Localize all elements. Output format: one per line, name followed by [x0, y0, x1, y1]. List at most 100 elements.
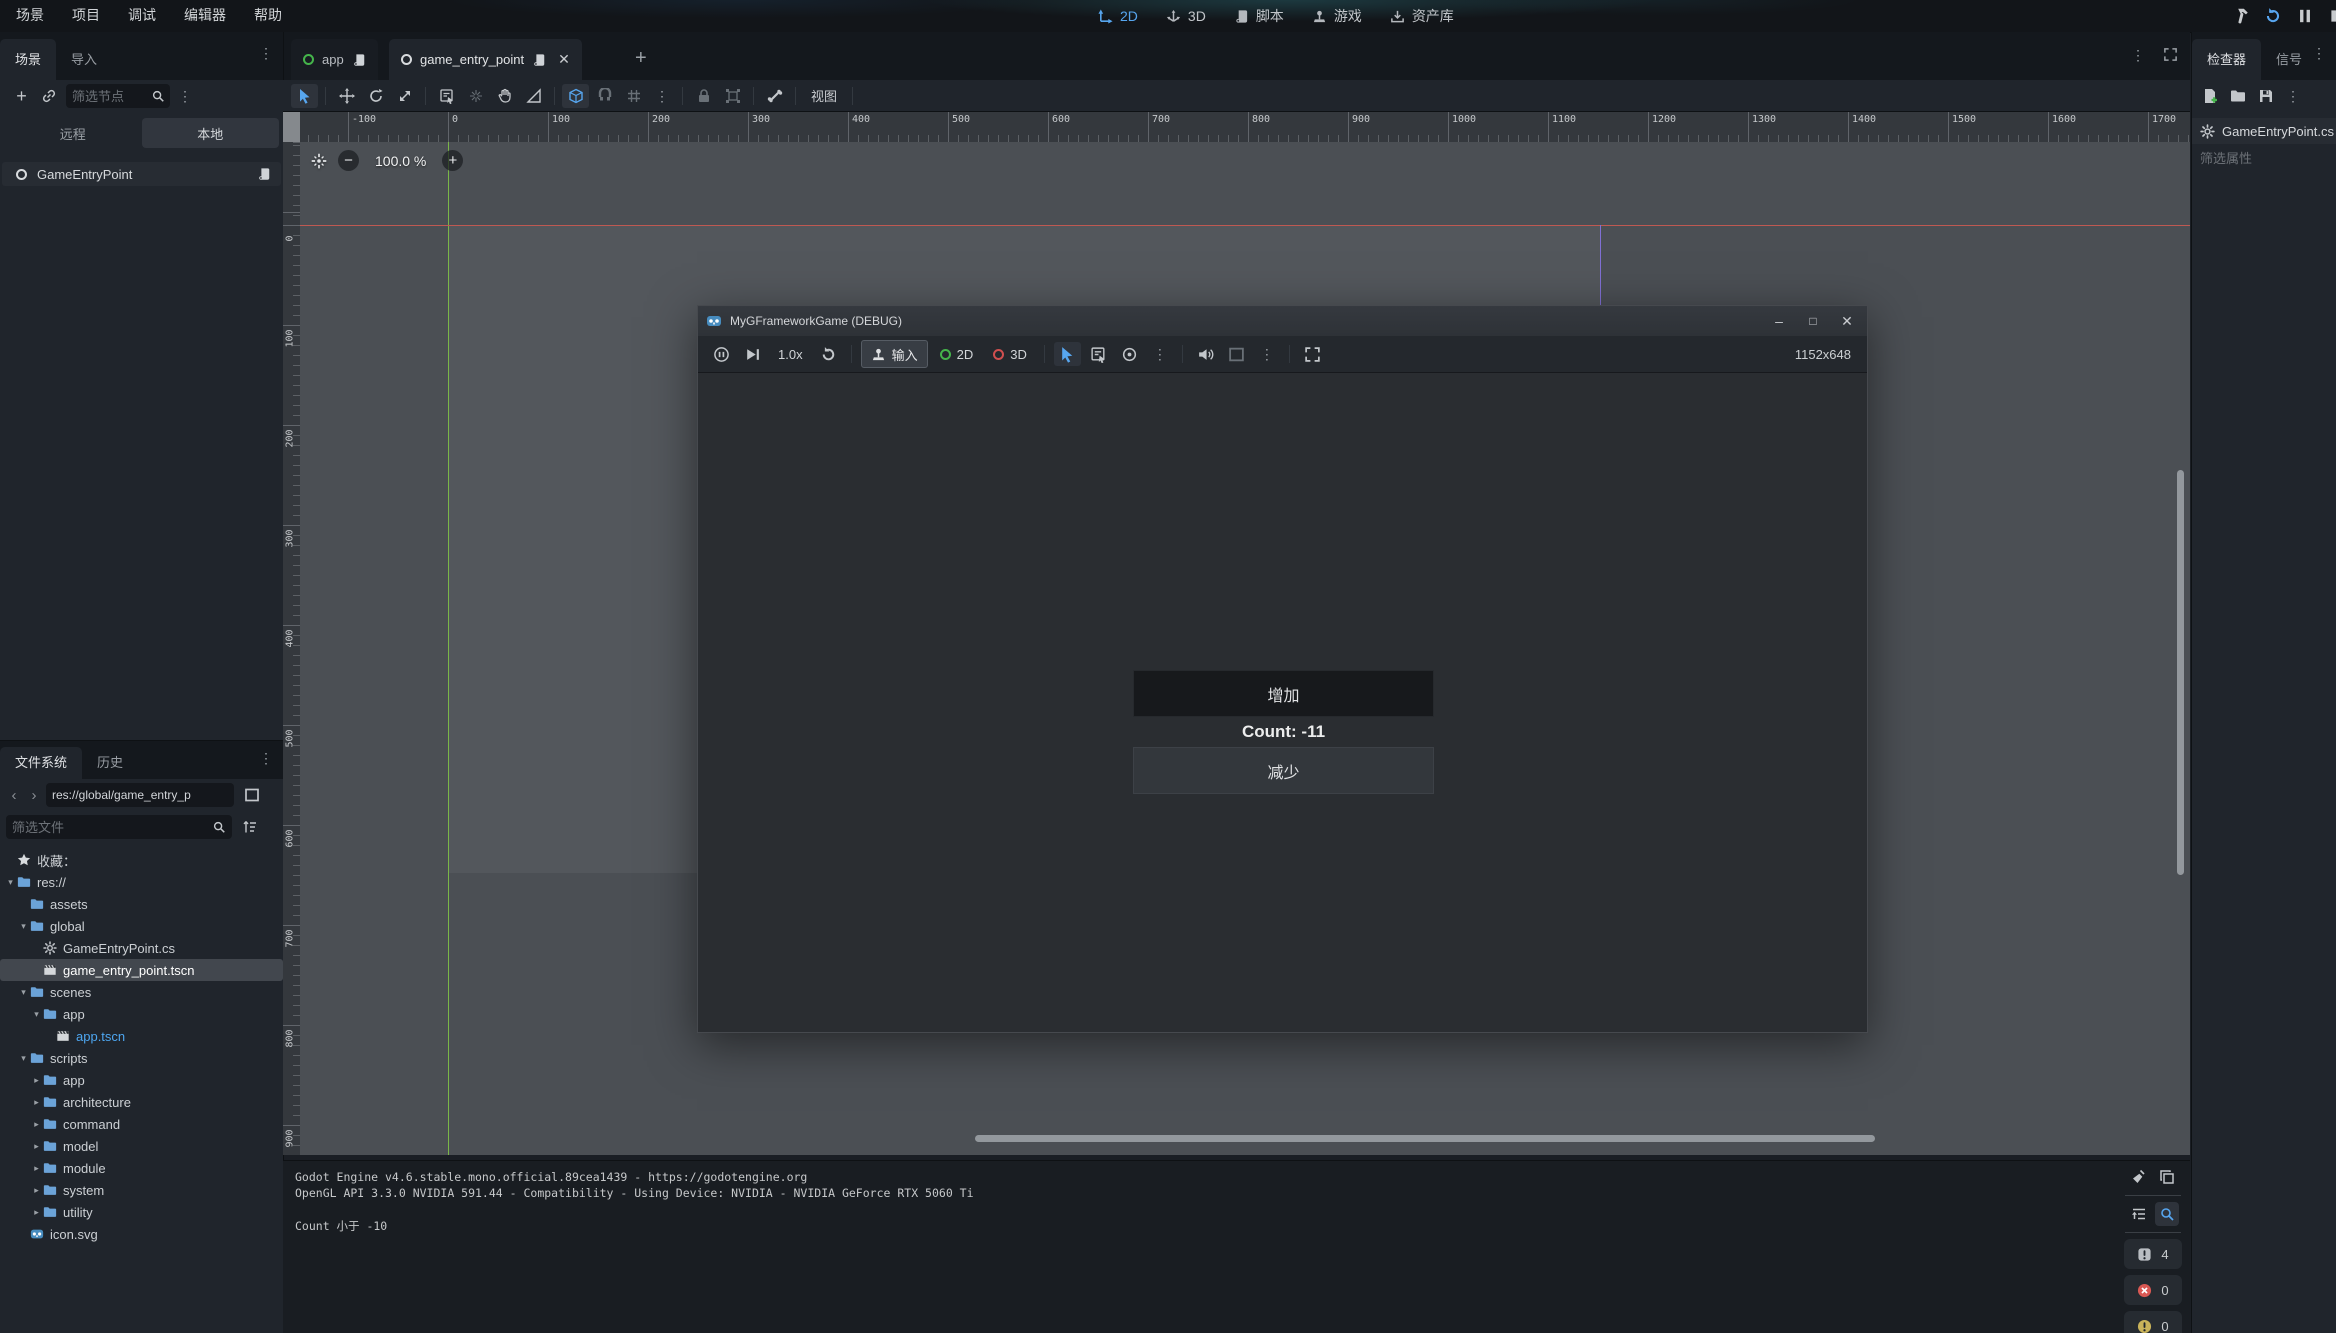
filter-properties-input[interactable]: [2192, 151, 2336, 166]
current-path-field[interactable]: [46, 783, 234, 807]
select-node-tool-button[interactable]: [1054, 342, 1081, 366]
file-row[interactable]: ▸ command: [0, 1113, 283, 1135]
menu-item[interactable]: 场景: [2, 0, 58, 32]
view-menu-button[interactable]: 视图: [803, 86, 845, 105]
workspace-tab[interactable]: 3D: [1166, 8, 1206, 24]
menu-item[interactable]: 帮助: [240, 0, 296, 32]
dock-menu-icon[interactable]: ⋮: [2312, 46, 2326, 60]
horizontal-scrollbar[interactable]: [975, 1135, 1875, 1142]
file-row[interactable]: ▾ scenes: [0, 981, 283, 1003]
ruler-tool-button[interactable]: [520, 84, 547, 108]
center-view-icon[interactable]: [310, 152, 328, 170]
file-row[interactable]: ▾ scripts: [0, 1047, 283, 1069]
filter-files-input[interactable]: [6, 820, 212, 835]
file-row[interactable]: GameEntryPoint.cs: [0, 937, 283, 959]
remote-button[interactable]: 远程: [4, 118, 142, 148]
script-icon[interactable]: [532, 53, 546, 67]
scene-tree-menu-icon[interactable]: ⋮: [178, 89, 192, 103]
select-tool-button[interactable]: [291, 84, 318, 108]
expand-chevron[interactable]: ▸: [30, 1075, 43, 1086]
split-dock-icon[interactable]: [244, 787, 260, 803]
file-row[interactable]: ▸ app: [0, 1069, 283, 1091]
expand-chevron[interactable]: ▸: [30, 1141, 43, 1152]
file-row[interactable]: ▸ model: [0, 1135, 283, 1157]
filter-nodes-field[interactable]: [66, 84, 170, 108]
dock-tab[interactable]: 导入: [56, 39, 112, 80]
lock-node-button[interactable]: [690, 84, 717, 108]
add-node-button[interactable]: +: [8, 84, 35, 108]
zoom-in-button[interactable]: +: [442, 150, 463, 171]
zoom-level[interactable]: 100.0 %: [375, 153, 426, 169]
resource-menu-icon[interactable]: ⋮: [2286, 89, 2300, 103]
skeleton-options-button[interactable]: [761, 84, 788, 108]
expand-chevron[interactable]: ▸: [30, 1185, 43, 1196]
local-button[interactable]: 本地: [142, 118, 280, 148]
file-row[interactable]: ▸ module: [0, 1157, 283, 1179]
expand-chevron[interactable]: ▸: [30, 1097, 43, 1108]
file-row[interactable]: ▸ architecture: [0, 1091, 283, 1113]
game-window-titlebar[interactable]: MyGFrameworkGame (DEBUG) – □ ✕: [698, 306, 1867, 336]
expand-canvas-icon[interactable]: [2163, 47, 2178, 62]
history-back-icon[interactable]: ‹: [4, 787, 24, 804]
reload-scene-button[interactable]: [2264, 7, 2284, 25]
workspace-tab[interactable]: 资产库: [1390, 6, 1454, 26]
fullscreen-button[interactable]: [1299, 342, 1326, 366]
group-node-button[interactable]: [719, 84, 746, 108]
input-mode-button[interactable]: 输入: [861, 340, 928, 368]
expand-chevron[interactable]: ▸: [30, 1207, 43, 1218]
dock-tab[interactable]: 文件系统: [0, 747, 82, 779]
list-select-button[interactable]: [433, 84, 460, 108]
file-row[interactable]: ▸ utility: [0, 1201, 283, 1223]
menu-item[interactable]: 项目: [58, 0, 114, 32]
scene-tab-app[interactable]: app: [291, 39, 378, 80]
game-viewport[interactable]: 增加 Count: -11 减少: [698, 373, 1867, 1032]
game-debug-window[interactable]: MyGFrameworkGame (DEBUG) – □ ✕ 1.0x 输入 2…: [697, 305, 1868, 1033]
file-row[interactable]: ▾ app: [0, 1003, 283, 1025]
warnings-filter-badge[interactable]: 0: [2124, 1311, 2182, 1333]
pan-tool-button[interactable]: [491, 84, 518, 108]
tab-list-menu-icon[interactable]: ⋮: [2131, 48, 2145, 62]
workspace-tab[interactable]: 游戏: [1312, 6, 1362, 26]
expand-chevron[interactable]: ▸: [30, 1119, 43, 1130]
snap-menu-icon[interactable]: ⋮: [649, 89, 675, 103]
pause-scene-button[interactable]: [2296, 7, 2316, 25]
scene-tab-game-entry-point[interactable]: game_entry_point ✕: [389, 39, 582, 80]
move-tool-button[interactable]: [333, 84, 360, 108]
close-tab-icon[interactable]: ✕: [558, 51, 570, 68]
menu-item[interactable]: 调试: [114, 0, 170, 32]
file-row[interactable]: ▸ system: [0, 1179, 283, 1201]
file-row[interactable]: 收藏：: [0, 849, 283, 871]
current-path-input[interactable]: [46, 788, 234, 802]
suspend-game-button[interactable]: [708, 342, 735, 366]
dock-tab[interactable]: 场景: [0, 39, 56, 80]
inspected-object-row[interactable]: GameEntryPoint.cs: [2192, 118, 2336, 144]
new-resource-icon[interactable]: [2202, 88, 2218, 104]
collapse-duplicates-button[interactable]: [2127, 1202, 2151, 1226]
script-icon[interactable]: [352, 53, 366, 67]
selection-options-icon[interactable]: ⋮: [1147, 347, 1173, 361]
messages-filter-badge[interactable]: 4: [2124, 1239, 2182, 1269]
3d-mode-button[interactable]: 3D: [985, 341, 1035, 367]
expand-chevron[interactable]: ▾: [4, 877, 17, 888]
copy-output-button[interactable]: [2155, 1165, 2179, 1189]
scale-tool-button[interactable]: [391, 84, 418, 108]
dock-tab[interactable]: 历史: [82, 747, 138, 779]
expand-chevron[interactable]: ▾: [17, 921, 30, 932]
2d-mode-button[interactable]: 2D: [932, 341, 982, 367]
stop-button[interactable]: [2328, 7, 2336, 25]
decrease-button[interactable]: 减少: [1133, 747, 1434, 794]
filter-files-field[interactable]: [6, 815, 232, 839]
speed-dropdown[interactable]: 1.0x: [770, 347, 811, 362]
clear-output-button[interactable]: [2127, 1165, 2151, 1189]
dock-menu-icon[interactable]: ⋮: [259, 46, 273, 60]
camera-override-button[interactable]: [1116, 342, 1143, 366]
next-frame-button[interactable]: [739, 342, 766, 366]
dock-tab[interactable]: 检查器: [2192, 39, 2261, 80]
expand-chevron[interactable]: ▾: [30, 1009, 43, 1020]
file-row[interactable]: game_entry_point.tscn: [0, 959, 283, 981]
embed-options-icon[interactable]: ⋮: [1254, 347, 1280, 361]
embed-game-button[interactable]: [1223, 342, 1250, 366]
snap-options-button[interactable]: [620, 84, 647, 108]
expand-chevron[interactable]: ▾: [17, 987, 30, 998]
dock-menu-icon[interactable]: ⋮: [259, 751, 273, 765]
